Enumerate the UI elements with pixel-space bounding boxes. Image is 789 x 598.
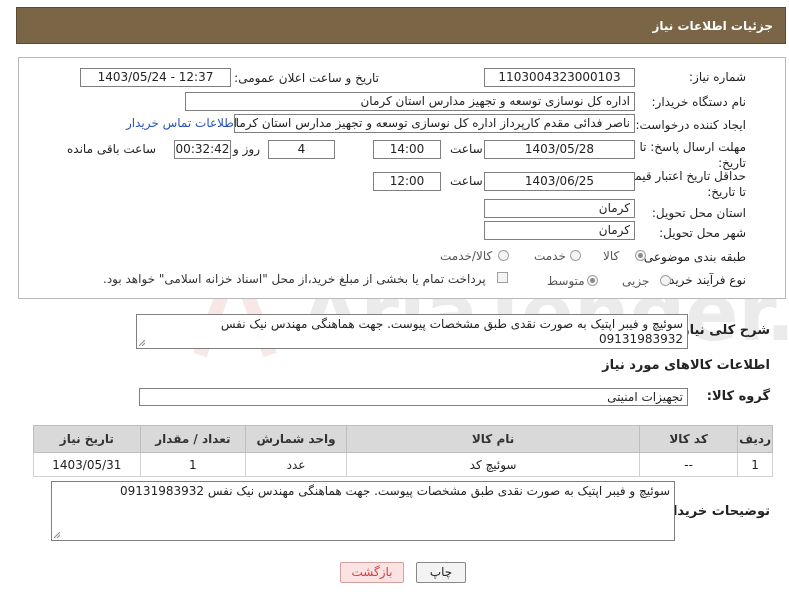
deadline-date-field: 1403/05/28 — [484, 140, 635, 159]
cell-goods-code: -- — [639, 452, 739, 477]
need-number-label: شماره نیاز: — [689, 70, 746, 84]
col-need-date: تاریخ نیاز — [33, 425, 141, 453]
print-button[interactable]: چاپ — [416, 562, 466, 583]
city-label: شهر محل تحویل: — [659, 226, 746, 240]
category-radio-goods[interactable] — [635, 250, 646, 261]
process-type-label: نوع فرآیند خرید : — [661, 273, 746, 287]
process-radio-minor[interactable] — [660, 275, 671, 286]
buyer-org-label: نام دستگاه خریدار: — [651, 95, 747, 109]
col-quantity: تعداد / مقدار — [139, 425, 247, 453]
buyer-notes-textarea[interactable]: سوئیچ و فیبر اپتیک به صورت نقدی طبق مشخص… — [51, 481, 675, 541]
province-field: کرمان — [484, 199, 635, 218]
need-summary-label: شرح کلی نیاز: — [676, 323, 770, 338]
announce-datetime-field: 1403/05/24 - 12:37 — [80, 68, 231, 87]
goods-group-field: تجهیزات امنیتی — [139, 388, 688, 406]
price-validity-time-field: 12:00 — [373, 172, 441, 191]
table-row: 1 -- سوئیچ کد عدد 1 1403/05/31 — [33, 452, 773, 477]
page-title: جزئیات اطلاعات نیاز — [652, 19, 773, 33]
cell-goods-name: سوئیچ کد — [346, 452, 641, 477]
buyer-org-field: اداره کل نوسازی توسعه و تجهیز مدارس استا… — [185, 92, 635, 111]
resize-grip-icon[interactable] — [139, 340, 145, 346]
deadline-label: مهلت ارسال پاسخ: تا تاریخ: — [639, 140, 746, 170]
goods-group-label: گروه کالا: — [706, 389, 770, 404]
goods-table-header: ردیف کد کالا نام کالا واحد شمارش تعداد /… — [33, 425, 773, 453]
resize-grip-icon[interactable] — [54, 532, 60, 538]
remaining-days-field: 4 — [268, 140, 335, 159]
price-validity-label: حداقل تاریخ اعتبار قیمت: تا تاریخ: — [619, 169, 746, 199]
process-option-medium: متوسط — [547, 274, 585, 288]
category-option-goods-service: کالا/خدمت — [440, 249, 493, 263]
goods-section-title: اطلاعات کالاهای مورد نیاز — [602, 358, 770, 373]
price-validity-date-field: 1403/06/25 — [484, 172, 635, 191]
page-header: جزئیات اطلاعات نیاز — [16, 7, 786, 44]
category-radio-goods-service[interactable] — [498, 250, 509, 261]
cell-need-date: 1403/05/31 — [33, 452, 141, 477]
col-goods-name: نام کالا — [346, 425, 641, 453]
buyer-contact-link[interactable]: اطلاعات تماس خریدار — [126, 116, 237, 130]
need-number-field: 1103004323000103 — [484, 68, 635, 87]
need-summary-textarea[interactable]: سوئیچ و فیبر اپتیک به صورت نقدی طبق مشخص… — [136, 314, 688, 349]
days-label: روز و — [233, 142, 260, 156]
col-row-number: ردیف — [737, 425, 773, 453]
buyer-notes-text: سوئیچ و فیبر اپتیک به صورت نقدی طبق مشخص… — [120, 484, 670, 498]
category-option-service: خدمت — [534, 249, 566, 263]
need-summary-line1: سوئیچ و فیبر اپتیک به صورت نقدی طبق مشخص… — [220, 317, 683, 331]
announce-datetime-label: تاریخ و ساعت اعلان عمومی: — [234, 71, 379, 85]
process-radio-medium[interactable] — [587, 275, 598, 286]
creator-label: ایجاد کننده درخواست: — [635, 118, 746, 132]
back-button[interactable]: بازگشت — [340, 562, 404, 583]
goods-table: ردیف کد کالا نام کالا واحد شمارش تعداد /… — [33, 425, 773, 477]
need-summary-line2: 09131983932 — [599, 332, 683, 346]
col-goods-code: کد کالا — [639, 425, 739, 453]
deadline-time-field: 14:00 — [373, 140, 441, 159]
remaining-time-label: ساعت باقی مانده — [67, 142, 157, 156]
creator-field: ناصر فدائی مقدم کارپرداز اداره کل نوسازی… — [234, 114, 635, 133]
category-option-goods: کالا — [603, 249, 620, 263]
remaining-time-field: 00:32:42 — [174, 140, 231, 159]
province-label: استان محل تحویل: — [651, 206, 746, 220]
cell-quantity: 1 — [139, 452, 247, 477]
cell-row-number: 1 — [737, 452, 773, 477]
treasury-payment-checkbox[interactable] — [497, 272, 508, 283]
treasury-payment-note: پرداخت تمام یا بخشی از مبلغ خرید،از محل … — [103, 272, 486, 286]
col-unit: واحد شمارش — [245, 425, 348, 453]
city-field: کرمان — [484, 221, 635, 240]
price-validity-time-label: ساعت — [450, 174, 483, 188]
deadline-time-label: ساعت — [450, 142, 483, 156]
category-label: طبقه بندی موضوعی: — [639, 250, 746, 264]
process-option-minor: جزیی — [622, 274, 650, 288]
category-radio-service[interactable] — [570, 250, 581, 261]
buyer-notes-label: توضیحات خریدار: — [660, 504, 770, 519]
cell-unit: عدد — [245, 452, 348, 477]
